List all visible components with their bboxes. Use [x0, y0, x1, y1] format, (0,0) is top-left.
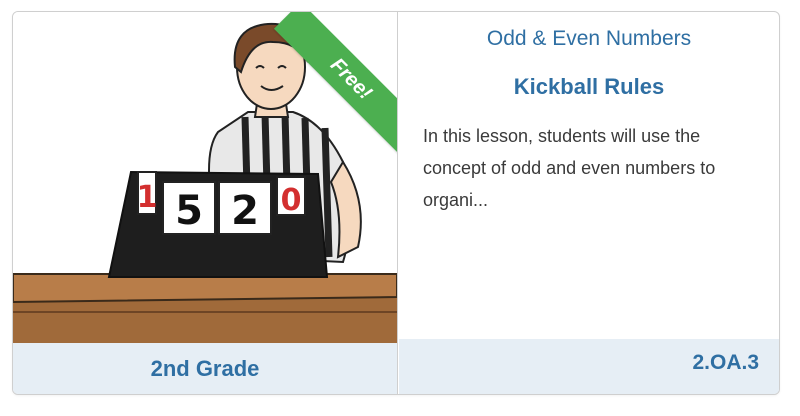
score-digit-4: 0: [281, 183, 302, 218]
grade-label: 2nd Grade: [150, 355, 260, 381]
lesson-topic[interactable]: Odd & Even Numbers: [399, 27, 779, 51]
lesson-info-panel[interactable]: Odd & Even Numbers Kickball Rules In thi…: [399, 12, 779, 394]
score-digit-1: 1: [137, 180, 158, 215]
score-digit-2: 5: [175, 188, 203, 234]
lesson-description: In this lesson, students will use the co…: [423, 126, 716, 210]
lesson-card[interactable]: 1 5 2 0 Free! 2nd Grade Odd & Even Numbe…: [12, 11, 780, 395]
grade-bar: 2nd Grade: [13, 343, 397, 394]
lesson-image-panel[interactable]: 1 5 2 0 Free! 2nd Grade: [13, 12, 398, 394]
standard-bar: 2.OA.3: [399, 339, 779, 394]
lesson-title[interactable]: Kickball Rules: [399, 74, 779, 100]
referee-illustration[interactable]: 1 5 2 0 Free!: [13, 12, 397, 343]
standard-code: 2.OA.3: [692, 351, 759, 374]
score-digit-3: 2: [231, 188, 259, 234]
